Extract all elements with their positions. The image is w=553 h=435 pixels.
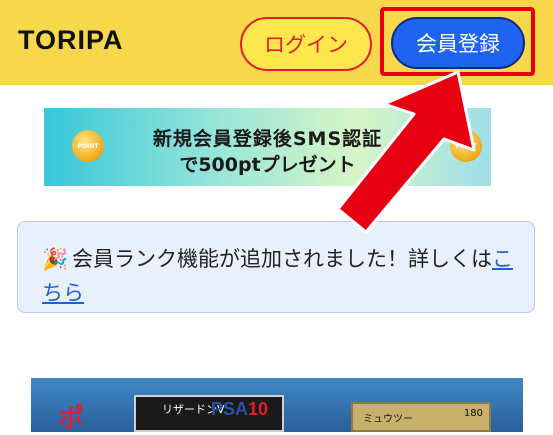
card-hp: 180 bbox=[463, 408, 483, 419]
pokemon-card: ミュウツー 180 bbox=[351, 402, 491, 432]
card-name: ミュウツー bbox=[363, 414, 413, 425]
site-logo[interactable]: TORIPA bbox=[18, 25, 124, 56]
promo-line-2: で500ptプレゼント bbox=[179, 154, 356, 176]
notice-box: 🎉 会員ランク機能が追加されました！詳しくはこちら bbox=[17, 221, 535, 313]
notice-text: 会員ランク機能が追加されました！詳しくは bbox=[72, 247, 492, 271]
site-header: TORIPA ログイン 会員登録 bbox=[0, 0, 553, 85]
banner-badge: ポ bbox=[58, 404, 85, 434]
pokemon-card-graded: リザードンV PSA10 bbox=[134, 395, 284, 432]
promo-banner[interactable]: POINT 新規会員登録後SMS認証 で500ptプレゼント POINT bbox=[44, 108, 491, 186]
register-highlight-box bbox=[380, 7, 535, 76]
psa-grade-label: PSA10 bbox=[211, 399, 269, 419]
promo-line-1: 新規会員登録後SMS認証 bbox=[152, 128, 383, 150]
point-coin-icon: POINT bbox=[450, 130, 482, 162]
party-popper-icon: 🎉 bbox=[42, 247, 69, 271]
login-button[interactable]: ログイン bbox=[240, 17, 372, 71]
